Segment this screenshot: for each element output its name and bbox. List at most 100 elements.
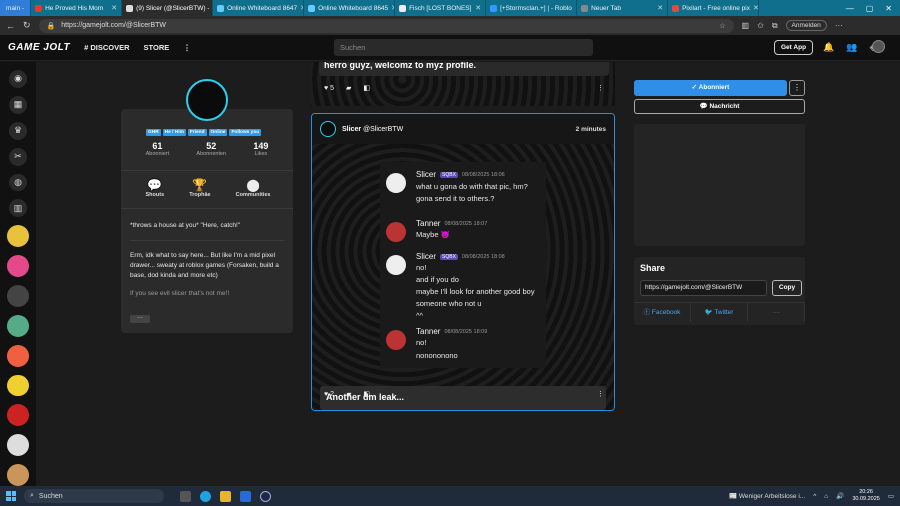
community-avatar[interactable]	[7, 284, 29, 307]
tag: GHR	[146, 129, 161, 136]
steam-icon[interactable]	[260, 490, 271, 502]
search-input[interactable]: Suchen	[334, 39, 593, 56]
back-icon[interactable]: ←	[6, 21, 15, 31]
post-more-icon[interactable]: ⋮	[597, 390, 604, 398]
signin-button[interactable]: Anmelden	[785, 20, 827, 31]
close-icon[interactable]: ✕	[475, 4, 481, 12]
browser-tab[interactable]: Neuer Tab ✕	[577, 0, 669, 16]
browser-tab[interactable]: [+Stormsclan.+] | - Roblo✕	[486, 0, 578, 16]
get-app-button[interactable]: Get App	[774, 40, 814, 55]
news-widget[interactable]: 📰 Weniger Arbeitslose i...	[729, 492, 805, 500]
minimize-icon[interactable]: —	[846, 4, 854, 13]
system-tray: 📰 Weniger Arbeitslose i... ^ ⌂ 🔊 20:26 30…	[729, 489, 894, 503]
tag: Follows you	[229, 129, 262, 136]
notification-icon[interactable]: ▭	[888, 492, 894, 500]
friends-icon[interactable]: 👥	[846, 42, 857, 53]
store-icon[interactable]	[240, 490, 251, 502]
favorites-icon[interactable]: ✩	[757, 21, 764, 30]
community-avatar[interactable]	[7, 464, 29, 486]
browser-tab[interactable]: Fisch [LOST BONES] ✕	[395, 0, 487, 16]
post-time: 2 minutes	[575, 125, 606, 133]
sidebar-store-icon[interactable]: ▦	[9, 95, 27, 114]
shouts-button[interactable]: 💬 Shouts	[146, 178, 165, 198]
trophies-button[interactable]: 🏆 Trophäe	[189, 178, 210, 198]
post-more-icon[interactable]: ⋮	[597, 84, 604, 92]
message-button[interactable]: 💬 Nachricht	[634, 99, 805, 114]
browser-tab-active[interactable]: (9) Slicer (@SlicerBTW) -✕	[122, 0, 214, 16]
close-window-icon[interactable]: ✕	[885, 4, 892, 13]
author-avatar[interactable]	[320, 121, 336, 137]
browser-tab[interactable]: Pixilart - Free online pix ✕	[668, 0, 760, 16]
share-url-field[interactable]: https://gamejolt.com/@SlicerBTW	[640, 280, 767, 296]
collections-icon[interactable]: ⧉	[772, 21, 778, 31]
community-avatar[interactable]	[7, 344, 29, 367]
nav-discover[interactable]: # DISCOVER	[84, 43, 129, 52]
taskbar-search[interactable]: ⌕ Suchen	[24, 489, 164, 503]
close-icon[interactable]: ✕	[657, 4, 663, 12]
newtab-icon	[581, 4, 589, 12]
communities-button[interactable]: ⬤ Communities	[236, 178, 271, 198]
chevron-up-icon[interactable]: ^	[813, 493, 816, 500]
close-icon[interactable]: ✕	[111, 4, 117, 12]
copy-button[interactable]: Copy	[772, 280, 802, 296]
clock[interactable]: 20:26 30.09.2025	[852, 489, 880, 503]
browser-tab[interactable]: He Proved His Mom ✕	[31, 0, 123, 16]
explorer-icon[interactable]	[220, 490, 231, 502]
community-avatar[interactable]	[7, 255, 29, 277]
like-button[interactable]: ♥ 2	[324, 391, 334, 398]
comment-icon[interactable]: ▰	[346, 390, 351, 398]
like-button[interactable]: ♥ 5	[324, 85, 334, 92]
user-avatar[interactable]	[872, 40, 885, 53]
split-icon[interactable]: ▥	[742, 21, 750, 30]
follow-button[interactable]: ✓ Abonniert	[634, 80, 787, 96]
grid-icon: ⬤	[246, 178, 260, 192]
whiteboard-icon	[217, 4, 225, 12]
star-icon[interactable]: ☆	[719, 22, 725, 30]
share-facebook[interactable]: ⓕ Facebook	[634, 303, 691, 322]
stat-likes[interactable]: 149 Likes	[253, 141, 268, 157]
sticker-icon[interactable]: ◧	[363, 84, 370, 92]
bell-icon[interactable]: 🔔	[823, 42, 834, 53]
network-icon[interactable]: ⌂	[824, 493, 828, 500]
post-image[interactable]: Slicer SQBX 08/08/2025 18:06 what u gona d…	[312, 144, 614, 410]
url-field[interactable]: 🔒 https://gamejolt.com/@SlicerBTW ☆	[38, 18, 734, 33]
community-avatar[interactable]	[7, 404, 29, 427]
profile-bio-note: If you see evil slicer that's not me!!	[130, 290, 230, 297]
task-view-icon[interactable]	[180, 490, 191, 502]
maximize-icon[interactable]: ▢	[866, 4, 874, 13]
more-button[interactable]: ···	[130, 315, 150, 323]
share-more[interactable]: ···	[748, 303, 805, 322]
dm-screenshot: Slicer SQBX 08/08/2025 18:06 what u gona d…	[380, 162, 546, 368]
sidebar-chat-icon[interactable]: ◍	[9, 173, 27, 192]
volume-icon[interactable]: 🔊	[836, 492, 844, 500]
community-avatar[interactable]	[7, 374, 29, 397]
author-name[interactable]: Slicer @SlicerBTW	[342, 126, 403, 133]
sidebar-library-icon[interactable]: ▥	[9, 199, 27, 218]
start-icon[interactable]	[6, 491, 16, 501]
profile-avatar[interactable]	[186, 79, 228, 121]
sidebar-trophy-icon[interactable]: ♛	[9, 121, 27, 140]
community-avatar[interactable]	[7, 225, 29, 248]
profile-menu-button[interactable]: ⋮	[789, 80, 805, 96]
community-avatar[interactable]	[7, 314, 29, 337]
profile-actions: 💬 Shouts 🏆 Trophäe ⬤ Communities	[133, 178, 283, 198]
gamejolt-logo[interactable]: GAME JOLT	[8, 42, 70, 53]
share-twitter[interactable]: 🐦 Twitter	[691, 303, 748, 322]
community-avatar[interactable]	[7, 434, 29, 457]
comment-icon[interactable]: ▰	[346, 84, 351, 92]
nav-more-icon[interactable]: ⋮	[183, 43, 191, 52]
nav-store[interactable]: STORE	[144, 43, 170, 52]
close-icon[interactable]: ✕	[753, 4, 758, 12]
tag: Online	[208, 129, 228, 136]
sidebar-home-icon[interactable]: ◉	[9, 70, 27, 88]
stat-following[interactable]: 61 Abonniert	[146, 141, 170, 157]
stat-followers[interactable]: 52 Abonnenten	[196, 141, 226, 157]
more-icon[interactable]: ···	[835, 21, 843, 30]
sidebar-tools-icon[interactable]: ✂	[9, 147, 27, 166]
edge-icon[interactable]	[200, 490, 211, 502]
reload-icon[interactable]: ↻	[23, 20, 31, 31]
tab-group-main[interactable]: main -	[0, 0, 32, 16]
browser-tab[interactable]: Online Whiteboard 8645✕	[304, 0, 396, 16]
sticker-icon[interactable]: ◧	[363, 390, 370, 398]
browser-tab[interactable]: Online Whiteboard 8647✕	[213, 0, 305, 16]
